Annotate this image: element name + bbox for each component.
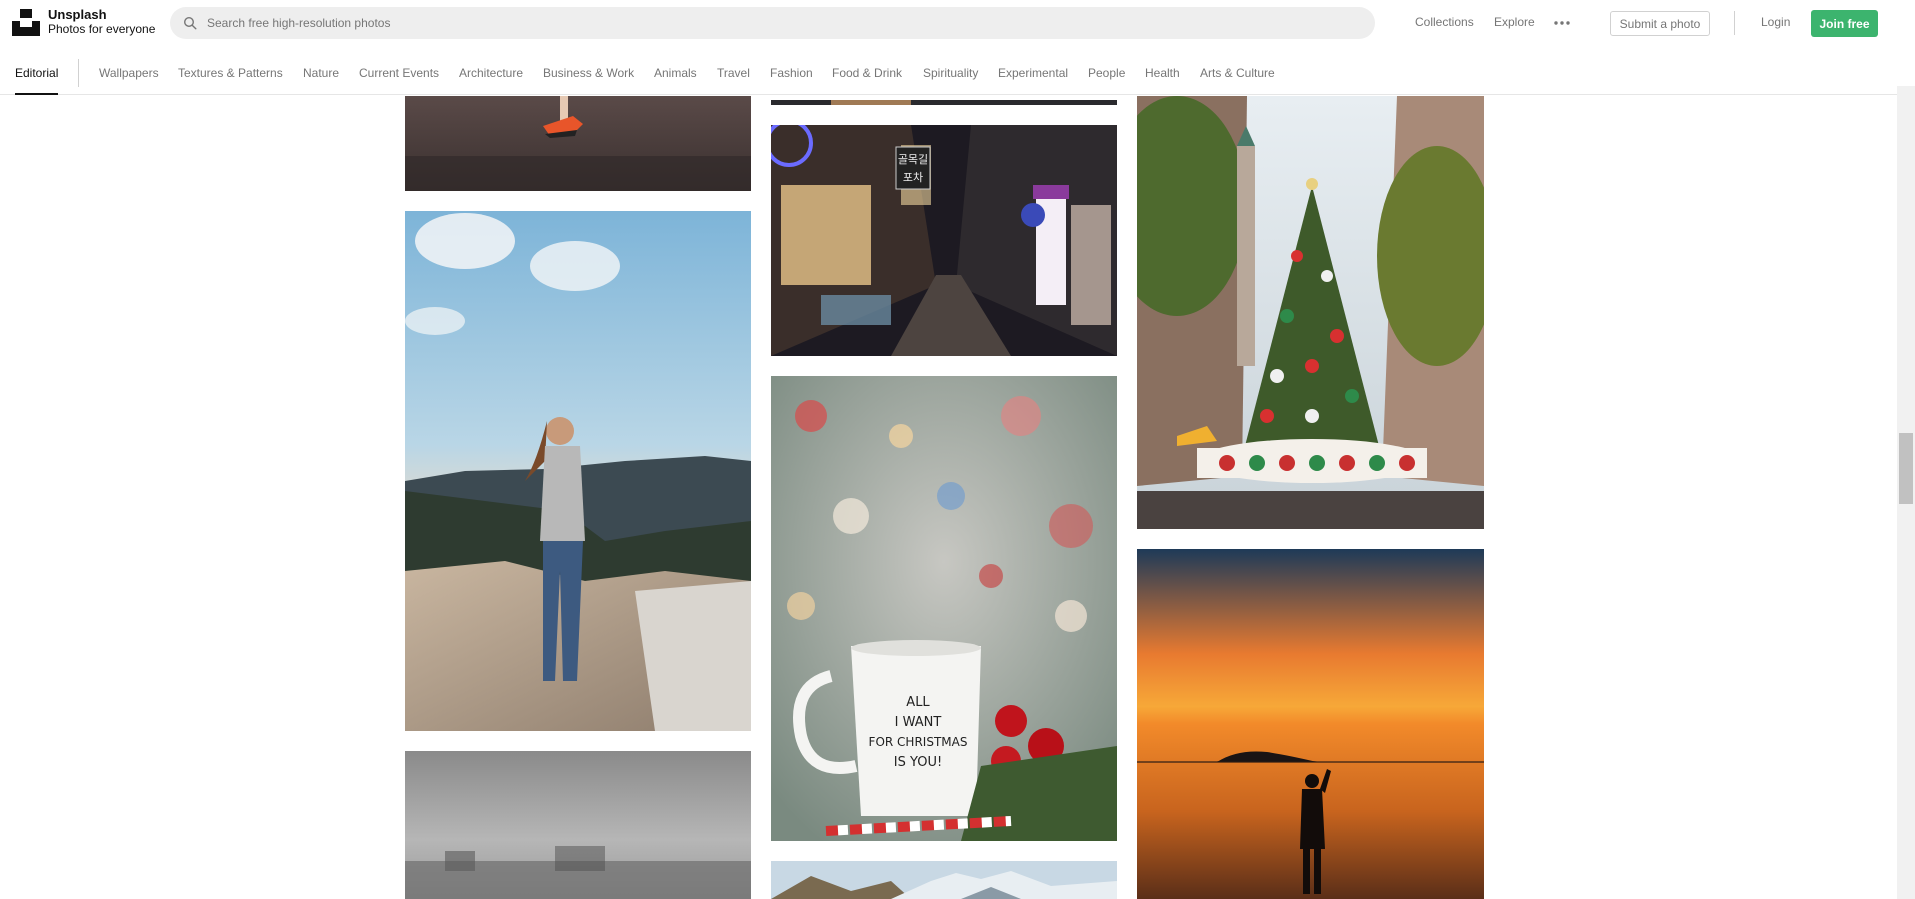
- photo-christmas-mug[interactable]: ALL I WANT FOR CHRISTMAS IS YOU!: [771, 376, 1117, 841]
- photo-christmas-tree[interactable]: [1137, 96, 1484, 529]
- scrollbar-up-arrow[interactable]: [1897, 86, 1915, 96]
- tab-health[interactable]: Health: [1145, 66, 1180, 80]
- login-link[interactable]: Login: [1761, 15, 1790, 29]
- topics-separator: [78, 59, 79, 87]
- tab-business-work[interactable]: Business & Work: [543, 66, 634, 80]
- nav-explore[interactable]: Explore: [1494, 15, 1535, 29]
- tab-animals[interactable]: Animals: [654, 66, 697, 80]
- mug-text-line-3: FOR CHRISTMAS: [869, 735, 968, 749]
- brand-tagline: Photos for everyone: [48, 22, 156, 36]
- scrollbar-thumb[interactable]: [1899, 433, 1913, 504]
- tab-fashion[interactable]: Fashion: [770, 66, 813, 80]
- mug-text-line-2: I WANT: [895, 715, 942, 730]
- more-options-icon[interactable]: [1553, 15, 1571, 31]
- photo-runner-feet[interactable]: [405, 96, 751, 191]
- tab-editorial[interactable]: Editorial: [15, 66, 58, 80]
- photo-city-blur-image: [405, 751, 751, 899]
- photo-night-alley-image: 골목길 포차: [771, 125, 1117, 356]
- photo-woman-on-cliff-image: [405, 211, 751, 731]
- topics-nav: Editorial Wallpapers Textures & Patterns…: [0, 45, 1897, 95]
- photo-mountains[interactable]: [771, 861, 1117, 899]
- top-header: Unsplash Photos for everyone Collections…: [0, 0, 1915, 45]
- tab-experimental[interactable]: Experimental: [998, 66, 1068, 80]
- search-input[interactable]: [207, 16, 1307, 30]
- brand-name: Unsplash: [48, 7, 107, 22]
- mug-text-line-4: IS YOU!: [894, 755, 942, 770]
- mug-text-line-1: ALL: [906, 695, 930, 710]
- photo-sunset-silhouette-image: [1137, 549, 1484, 899]
- tab-travel[interactable]: Travel: [717, 66, 750, 80]
- tab-food-drink[interactable]: Food & Drink: [832, 66, 902, 80]
- header-divider: [1734, 11, 1735, 35]
- photo-sunset-silhouette[interactable]: [1137, 549, 1484, 899]
- photo-christmas-tree-image: [1137, 96, 1484, 529]
- tab-spirituality[interactable]: Spirituality: [923, 66, 978, 80]
- nav-collections[interactable]: Collections: [1415, 15, 1474, 29]
- photo-runner-feet-image: [405, 96, 751, 191]
- photo-woman-on-cliff[interactable]: [405, 211, 751, 731]
- search-bar[interactable]: [170, 7, 1375, 39]
- tab-architecture[interactable]: Architecture: [459, 66, 523, 80]
- join-free-button[interactable]: Join free: [1811, 10, 1878, 37]
- photo-mountains-image: [771, 861, 1117, 899]
- street-sign-line-1: 골목길: [898, 153, 928, 166]
- tab-textures-patterns[interactable]: Textures & Patterns: [178, 66, 283, 80]
- unsplash-logo-icon[interactable]: [12, 8, 40, 36]
- photo-top-partial-image: [771, 100, 1117, 105]
- photo-city-blur[interactable]: [405, 751, 751, 899]
- active-tab-indicator: [15, 93, 58, 95]
- tab-nature[interactable]: Nature: [303, 66, 339, 80]
- tab-people[interactable]: People: [1088, 66, 1125, 80]
- brand[interactable]: Unsplash Photos for everyone: [48, 7, 156, 37]
- photo-top-partial[interactable]: [771, 96, 1117, 105]
- search-icon: [183, 16, 197, 30]
- street-sign-line-2: 포차: [903, 171, 923, 184]
- tab-arts-culture[interactable]: Arts & Culture: [1200, 66, 1275, 80]
- photo-christmas-mug-image: ALL I WANT FOR CHRISTMAS IS YOU!: [771, 376, 1117, 841]
- photo-night-alley[interactable]: 골목길 포차: [771, 125, 1117, 356]
- tab-current-events[interactable]: Current Events: [359, 66, 439, 80]
- tab-wallpapers[interactable]: Wallpapers: [99, 66, 159, 80]
- submit-photo-button[interactable]: Submit a photo: [1610, 11, 1710, 36]
